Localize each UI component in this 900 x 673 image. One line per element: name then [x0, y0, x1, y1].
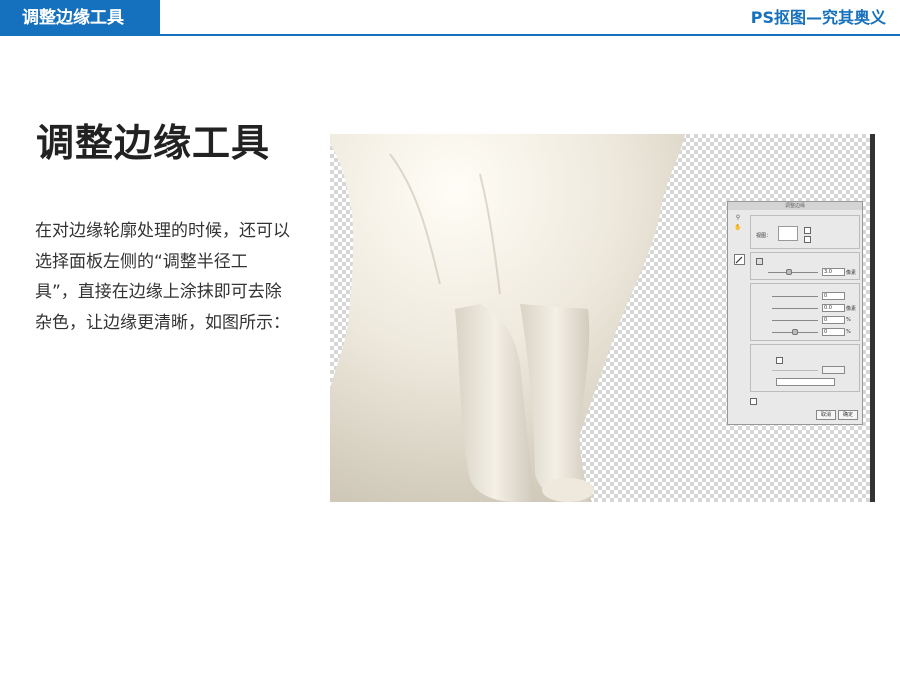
remember-settings-checkbox[interactable] — [750, 398, 757, 405]
dialog-title: 调整边缘 — [728, 202, 862, 210]
course-title: PS抠图—究其奥义 — [750, 8, 886, 27]
contrast-unit-label: % — [846, 317, 851, 323]
amount-slider[interactable] — [772, 370, 818, 371]
contrast-slider[interactable] — [772, 320, 818, 321]
show-original-checkbox[interactable] — [804, 236, 811, 243]
ok-button[interactable]: 确定 — [838, 410, 858, 420]
refine-edge-dialog: 调整边缘 ⚲ ✋ 视图： 3.0 像素 0 0.0 像素 0 % 0 % 取消 … — [727, 201, 863, 425]
shift-edge-field[interactable]: 0 — [822, 328, 845, 336]
contrast-field[interactable]: 0 — [822, 316, 845, 324]
hand-tool-icon[interactable]: ✋ — [734, 224, 742, 232]
smooth-field[interactable]: 0 — [822, 292, 845, 300]
screenshot-image: 调整边缘 ⚲ ✋ 视图： 3.0 像素 0 0.0 像素 0 % 0 % 取消 … — [330, 134, 875, 502]
feather-slider[interactable] — [772, 308, 818, 309]
smooth-slider[interactable] — [772, 296, 818, 297]
zoom-tool-icon[interactable]: ⚲ — [734, 214, 742, 222]
header-divider — [0, 34, 900, 36]
feather-unit-label: 像素 — [846, 306, 857, 312]
decontaminate-checkbox[interactable] — [776, 357, 783, 364]
radius-slider-knob[interactable] — [786, 269, 792, 275]
output-to-select[interactable] — [776, 378, 835, 386]
cancel-button[interactable]: 取消 — [816, 410, 836, 420]
view-mode-thumbnail[interactable] — [778, 226, 798, 241]
dialog-toolbar: ⚲ ✋ — [734, 214, 744, 234]
brush-icon — [735, 256, 743, 264]
shift-edge-knob[interactable] — [792, 329, 798, 335]
view-label: 视图： — [756, 233, 772, 239]
section-title: 调整边缘工具 — [0, 0, 160, 36]
shift-unit-label: % — [846, 329, 851, 335]
page-title: 调整边缘工具 — [36, 121, 271, 165]
image-dark-edge — [870, 134, 875, 502]
body-paragraph: 在对边缘轮廓处理的时候，还可以选择面板左侧的“调整半径工具”，直接在边缘上涂抹即… — [35, 221, 290, 333]
feather-field[interactable]: 0.0 — [822, 304, 845, 312]
smart-radius-checkbox[interactable] — [756, 258, 763, 265]
refine-radius-tool-button[interactable] — [734, 254, 745, 265]
radius-unit-label: 像素 — [846, 270, 857, 276]
show-radius-checkbox[interactable] — [804, 227, 811, 234]
radius-field[interactable]: 3.0 — [822, 268, 845, 276]
radius-slider[interactable] — [768, 272, 818, 273]
amount-field[interactable] — [822, 366, 845, 374]
